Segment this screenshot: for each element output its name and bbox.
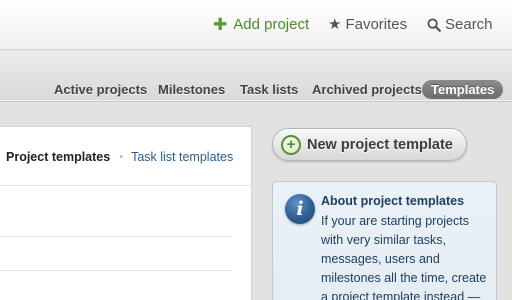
info-icon: i <box>285 194 315 224</box>
list-divider <box>0 185 252 186</box>
star-icon: ★ <box>328 16 342 33</box>
new-project-template-label: New project template <box>307 136 453 153</box>
new-project-template-button[interactable]: + New project template <box>272 128 467 161</box>
tab-archived-projects[interactable]: Archived projects <box>312 81 422 99</box>
plus-icon: ✚ <box>213 15 228 34</box>
favorites-link[interactable]: ★ Favorites <box>328 16 407 34</box>
info-body: If your are starting projects with very … <box>321 214 487 300</box>
top-bar: ✚ Add project ★ Favorites Search <box>0 0 512 50</box>
tab-separator: • <box>119 151 124 163</box>
info-title: About project templates <box>321 194 465 208</box>
tab-active-projects[interactable]: Active projects <box>54 81 147 99</box>
list-divider <box>0 270 232 271</box>
tab-milestones[interactable]: Milestones <box>158 81 225 99</box>
templates-list-panel: Project templates • Task list templates <box>0 126 252 300</box>
add-project-label: Add project <box>233 16 310 33</box>
circle-plus-icon: + <box>281 134 301 155</box>
search-icon <box>427 18 441 32</box>
tab-templates[interactable]: Templates <box>422 80 504 99</box>
template-type-tabs: Project templates • Task list templates <box>6 149 233 165</box>
search-label: Search <box>445 16 493 33</box>
tab-project-templates[interactable]: Project templates <box>6 149 110 165</box>
search-link[interactable]: Search <box>427 16 493 34</box>
add-project-link[interactable]: ✚ Add project <box>213 16 309 34</box>
list-divider <box>0 236 232 237</box>
tab-task-lists[interactable]: Task lists <box>240 81 298 99</box>
favorites-label: Favorites <box>345 16 408 33</box>
tab-task-list-templates[interactable]: Task list templates <box>131 149 233 165</box>
about-templates-infobox: i About project templates If your are st… <box>272 181 497 300</box>
nav-bar: Active projects Milestones Task lists Ar… <box>0 51 512 102</box>
